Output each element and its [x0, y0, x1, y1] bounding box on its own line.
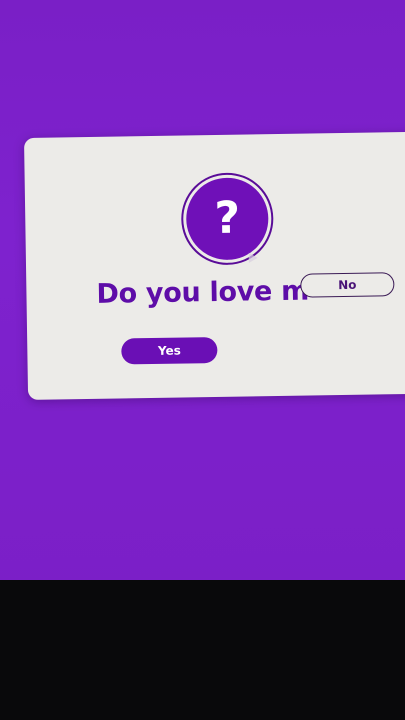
question-mark-icon: ? — [182, 174, 272, 264]
monitor-bezel — [0, 580, 405, 720]
question-text: Do you love m — [96, 275, 310, 310]
no-button[interactable]: No — [300, 272, 395, 298]
question-mark-glyph: ? — [214, 192, 241, 245]
prompt-dialog: ? Do you love m No Yes — [24, 131, 405, 400]
yes-button[interactable]: Yes — [121, 336, 218, 365]
